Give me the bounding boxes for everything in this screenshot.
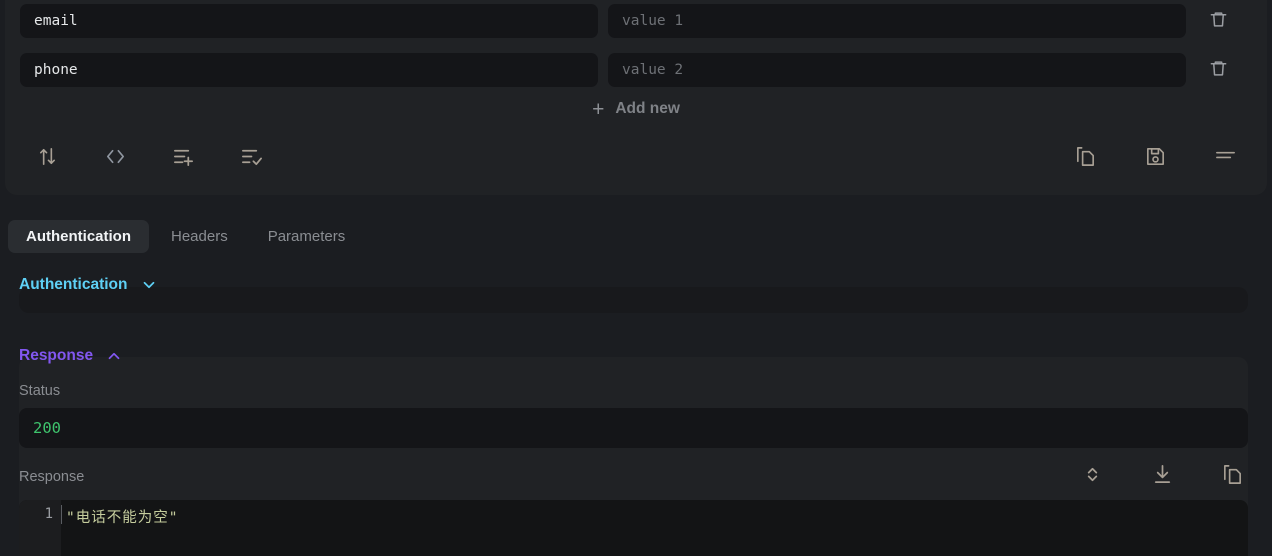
key-input-2[interactable]: [20, 53, 598, 87]
delete-row-button-2[interactable]: [1198, 53, 1238, 87]
response-actions: [1078, 462, 1246, 490]
list-check-icon: [240, 145, 263, 171]
copy-icon: [1221, 463, 1244, 489]
section-tabs: Authentication Headers Parameters: [8, 220, 363, 253]
copy-icon: [1074, 145, 1097, 171]
chevron-up-icon[interactable]: [105, 347, 123, 365]
chevron-down-icon[interactable]: [140, 276, 158, 294]
authentication-section-header[interactable]: Authentication: [19, 276, 158, 294]
code-view-button[interactable]: [101, 144, 129, 172]
editor-toolbar: [5, 138, 1267, 178]
key-input-1[interactable]: [20, 4, 598, 38]
text-caret: [61, 505, 62, 524]
menu-icon: [1214, 145, 1237, 171]
value-input-2[interactable]: [608, 53, 1186, 87]
response-section-header[interactable]: Response: [19, 347, 123, 365]
code-icon: [104, 145, 127, 171]
save-icon: [1144, 145, 1167, 171]
trash-icon: [1209, 59, 1228, 81]
trash-icon: [1209, 10, 1228, 32]
response-body-label: Response: [19, 469, 85, 485]
code-line: "电话不能为空": [66, 510, 179, 526]
tab-headers[interactable]: Headers: [153, 220, 246, 253]
list-check-button[interactable]: [237, 144, 265, 172]
status-field: 200: [19, 408, 1248, 448]
api-client-panel: + Add new: [0, 0, 1272, 556]
authentication-panel: [19, 287, 1248, 313]
download-button[interactable]: [1148, 462, 1176, 490]
menu-button[interactable]: [1211, 144, 1239, 172]
list-add-icon: [172, 145, 195, 171]
sort-icon: [36, 145, 59, 171]
response-section-title: Response: [19, 347, 94, 364]
save-button[interactable]: [1141, 144, 1169, 172]
delete-row-button-1[interactable]: [1198, 4, 1238, 38]
copy-response-button[interactable]: [1218, 462, 1246, 490]
status-value: 200: [33, 419, 61, 437]
expand-collapse-icon: [1081, 463, 1104, 489]
plus-icon: +: [592, 97, 605, 121]
editor-gutter: 1: [19, 500, 61, 556]
tab-parameters[interactable]: Parameters: [250, 220, 364, 253]
status-label: Status: [19, 383, 61, 399]
download-icon: [1151, 463, 1174, 489]
copy-button[interactable]: [1071, 144, 1099, 172]
table-row: [20, 4, 1252, 38]
value-input-1[interactable]: [608, 4, 1186, 38]
editor-content[interactable]: "电话不能为空": [61, 500, 1248, 556]
line-number: 1: [44, 506, 53, 522]
list-add-button[interactable]: [169, 144, 197, 172]
tab-authentication[interactable]: Authentication: [8, 220, 149, 253]
key-value-editor-card: + Add new: [5, 0, 1267, 195]
toolbar-right-group: [1071, 144, 1239, 172]
sort-button[interactable]: [33, 144, 61, 172]
table-row: [20, 53, 1252, 87]
response-code-editor[interactable]: 1 "电话不能为空": [19, 500, 1248, 556]
expand-collapse-button[interactable]: [1078, 462, 1106, 490]
add-new-button[interactable]: + Add new: [5, 95, 1267, 123]
authentication-section-title: Authentication: [19, 276, 128, 293]
add-new-label: Add new: [615, 100, 680, 117]
toolbar-left-group: [33, 144, 265, 172]
